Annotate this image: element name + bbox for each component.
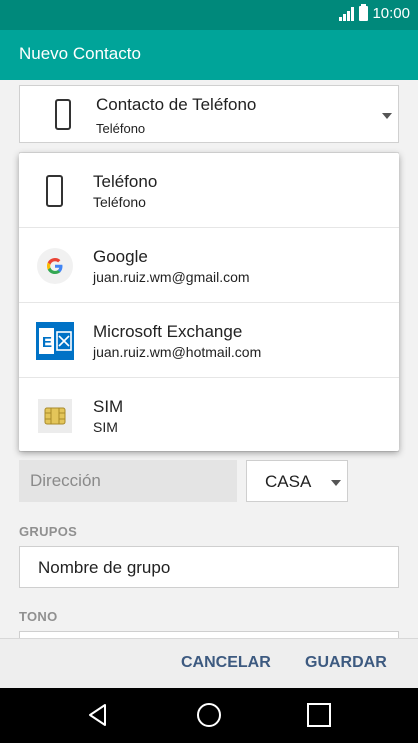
cancel-button[interactable]: CANCELAR (181, 654, 271, 672)
back-icon[interactable] (84, 700, 114, 730)
dropdown-item-subtitle: SIM (93, 419, 118, 435)
dropdown-item-subtitle: juan.ruiz.wm@gmail.com (93, 269, 250, 285)
page-title: Nuevo Contacto (19, 44, 141, 63)
dropdown-item-subtitle: juan.ruiz.wm@hotmail.com (93, 344, 262, 360)
sim-icon (36, 397, 74, 435)
groups-input[interactable]: Nombre de grupo (19, 546, 399, 588)
status-bar: 10:00 (0, 0, 418, 30)
status-icons: 10:00 (339, 4, 410, 22)
google-icon (36, 247, 74, 285)
tone-label: TONO (19, 609, 58, 624)
app-bar: Nuevo Contacto (0, 30, 418, 80)
home-icon[interactable] (194, 700, 224, 730)
dropdown-item-title: SIM (93, 397, 124, 416)
battery-icon (359, 4, 369, 21)
dropdown-item-sim[interactable]: SIM SIM (19, 378, 399, 453)
account-selector[interactable]: Contacto de Teléfono Teléfono (19, 85, 399, 143)
exchange-icon: E (36, 322, 74, 360)
address-input[interactable]: Dirección (19, 460, 237, 502)
dropdown-item-title: Microsoft Exchange (93, 322, 243, 341)
dropdown-item-title: Google (93, 247, 148, 266)
address-type-select[interactable]: CASA (246, 460, 348, 502)
signal-icon (339, 6, 355, 21)
phone-icon (55, 99, 71, 130)
groups-label: GRUPOS (19, 524, 78, 539)
dropdown-item-title: Teléfono (93, 172, 158, 191)
recents-icon[interactable] (304, 700, 334, 730)
groups-value: Nombre de grupo (38, 558, 171, 577)
phone-icon (36, 172, 74, 210)
dropdown-item-subtitle: Teléfono (93, 194, 146, 210)
account-dropdown: Teléfono Teléfono Google juan.ruiz.wm@gm… (19, 153, 399, 451)
status-time: 10:00 (372, 5, 410, 22)
save-button[interactable]: GUARDAR (305, 654, 387, 672)
address-type-value: CASA (265, 472, 312, 491)
account-selector-subtitle: Teléfono (96, 121, 146, 136)
dropdown-item-exchange[interactable]: E Microsoft Exchange juan.ruiz.wm@hotmai… (19, 303, 399, 378)
dropdown-item-google[interactable]: Google juan.ruiz.wm@gmail.com (19, 228, 399, 303)
address-placeholder: Dirección (30, 471, 101, 490)
tone-input[interactable] (19, 631, 399, 638)
dropdown-item-telefono[interactable]: Teléfono Teléfono (19, 153, 399, 228)
chevron-down-icon (331, 480, 341, 486)
action-bar: CANCELAR GUARDAR (0, 638, 418, 688)
account-selector-title: Contacto de Teléfono (96, 95, 257, 114)
svg-text:E: E (42, 334, 52, 351)
chevron-down-icon (382, 113, 392, 119)
navigation-bar (0, 688, 418, 743)
